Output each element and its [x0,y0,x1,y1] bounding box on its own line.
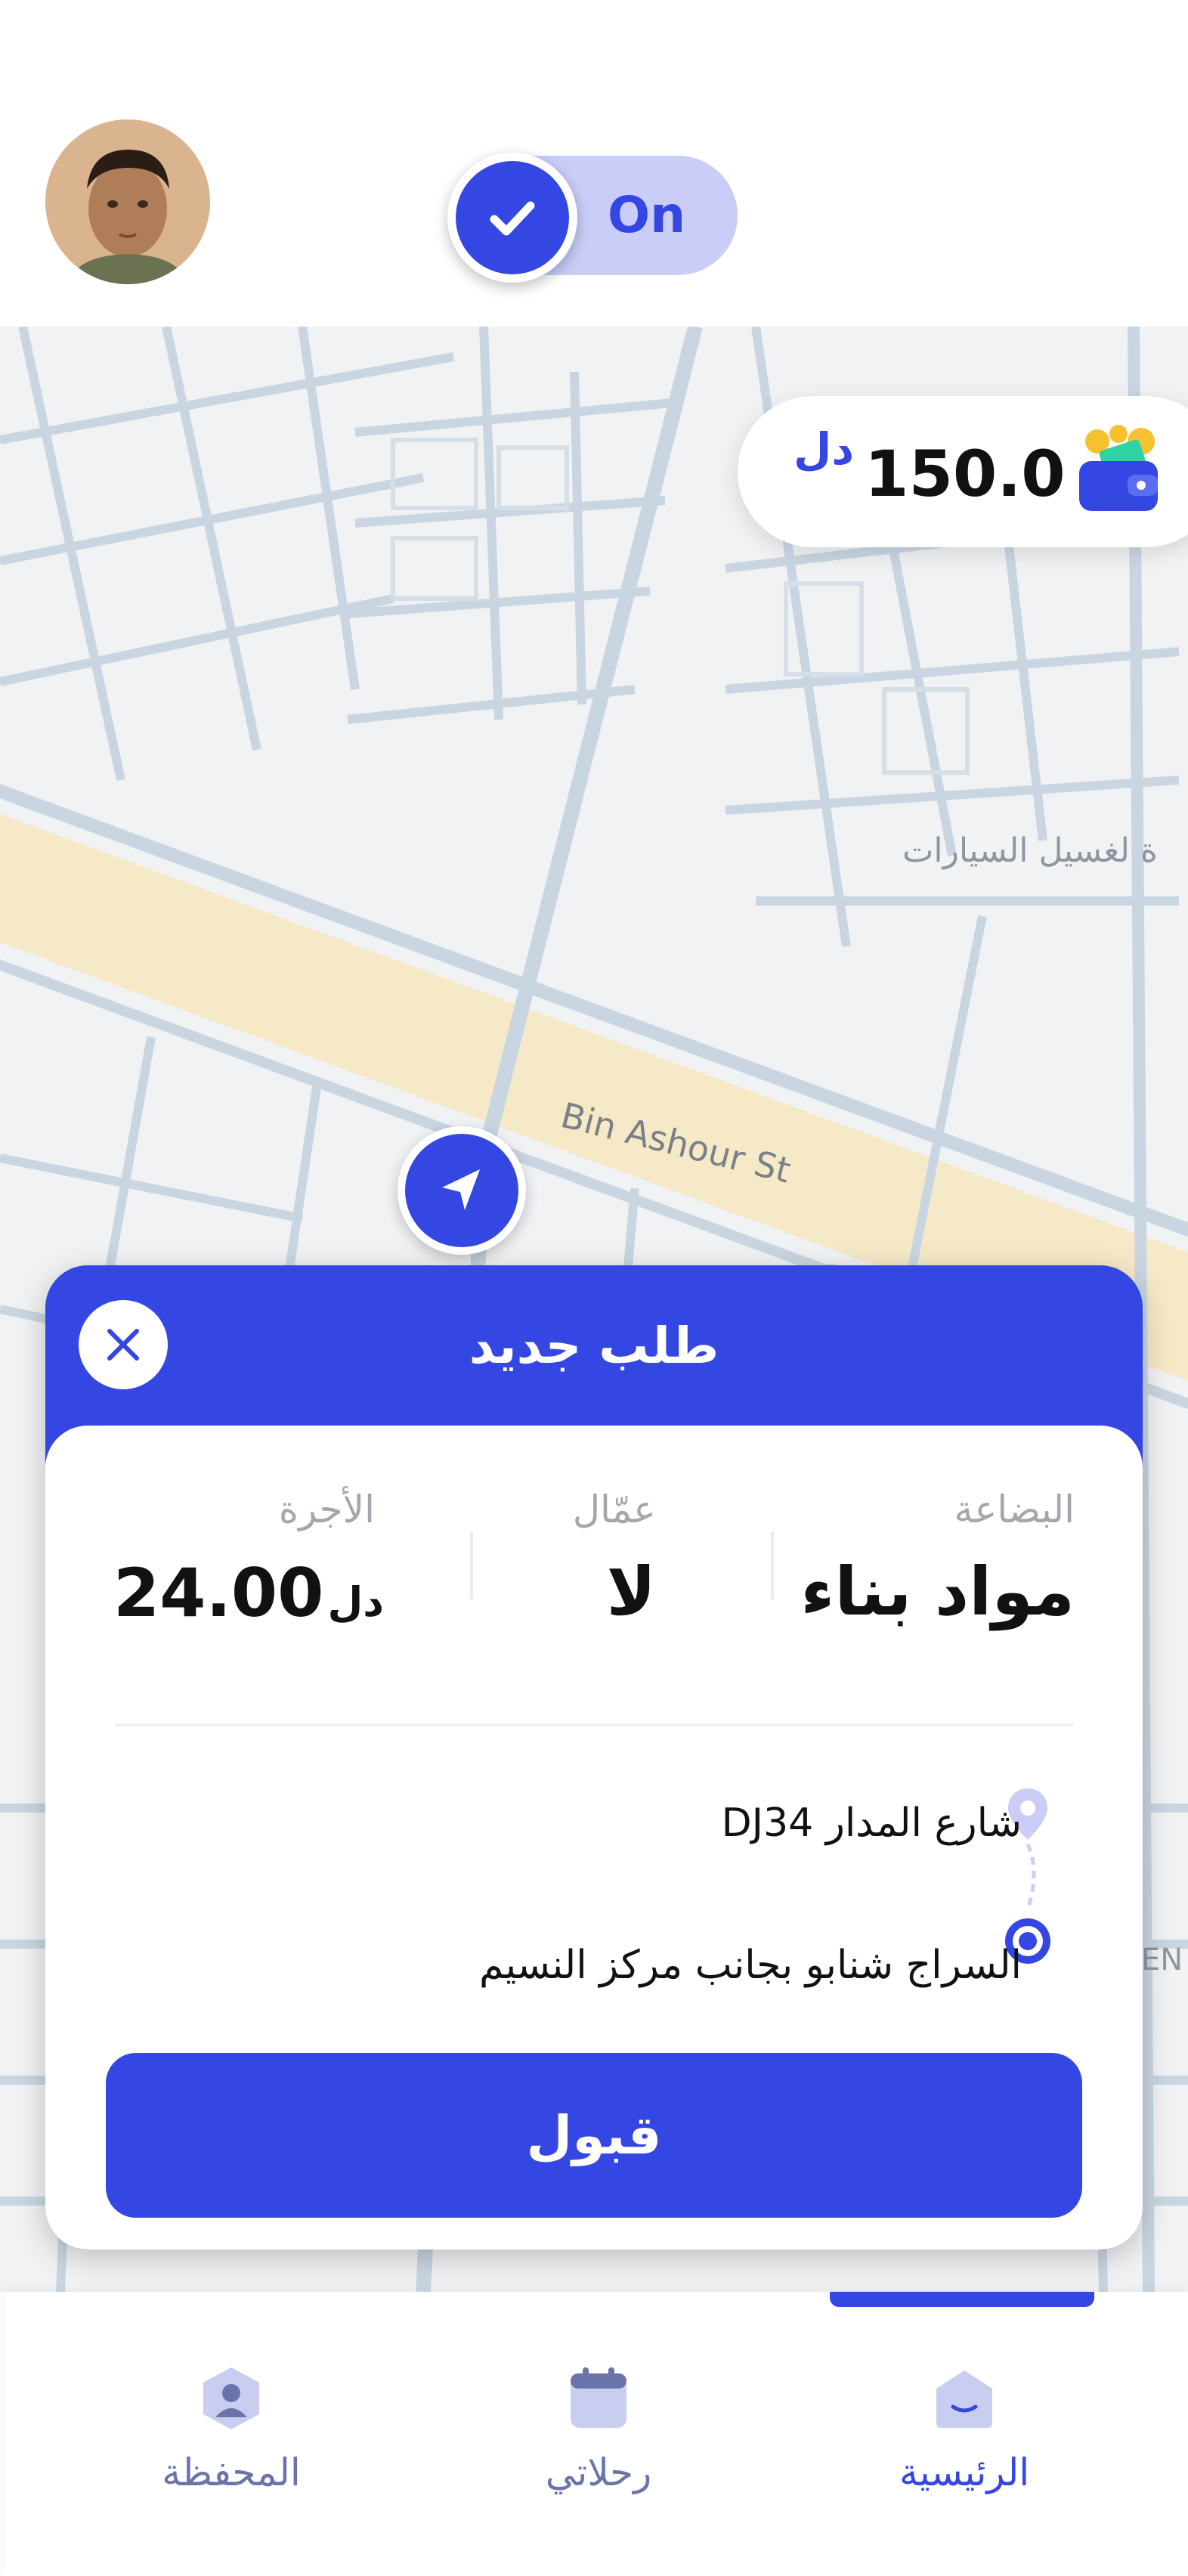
fare-label: الأجرة [278,1488,375,1531]
order-details: البضاعة مواد بناء عمّال لا الأجرة دل 24.… [45,1426,1143,2249]
wallet-icon [1072,419,1170,520]
fare-amount: 24.00 [113,1554,324,1632]
cargo-label: البضاعة [954,1488,1075,1531]
wallet-currency: دل [794,423,855,475]
bottom-navigation: الرئيسية رحلاتي المحفظة [5,2292,1188,2576]
nav-home-label: الرئيسية [899,2451,1030,2494]
workers-label: عمّال [572,1488,656,1531]
fare-value: دل 24.00 [113,1551,398,1636]
cargo-column: البضاعة مواد بناء [742,1483,1075,1634]
profile-avatar[interactable] [45,119,210,284]
active-tab-indicator [830,2292,1094,2307]
map-poi-label: ة لغسيل السيارات [902,831,1158,870]
order-title: طلب جديد [469,1317,719,1375]
accept-order-button[interactable]: قبول [106,2053,1082,2218]
column-divider [470,1531,473,1599]
pickup-address: شارع المدار DJ34 [721,1800,1022,1846]
my-location-button[interactable] [398,1126,526,1255]
toggle-label: On [608,186,686,244]
navigation-arrow-icon [442,1169,480,1210]
nav-trips-label: رحلاتي [545,2451,652,2494]
close-order-button[interactable] [79,1300,168,1389]
dropoff-address: السراج شنابو بجانب مركز النسيم [478,1943,1022,1988]
app-header: On [0,0,1188,327]
new-order-card: طلب جديد البضاعة مواد بناء عمّال لا الأج… [45,1265,1143,2249]
wallet-amount: 150.0 [865,437,1066,511]
close-icon [107,1329,139,1361]
profile-icon [203,2367,259,2429]
fare-currency: دل [327,1578,385,1626]
map-edge-label: EN [1141,1943,1183,1977]
nav-trips-tab[interactable]: رحلاتي [485,2364,712,2494]
nav-wallet-label: المحفظة [162,2451,301,2494]
cargo-value: مواد بناء [800,1553,1075,1630]
home-icon [936,2370,992,2428]
calendar-icon [571,2367,626,2428]
workers-value: لا [606,1553,656,1630]
workers-column: عمّال لا [429,1483,656,1634]
nav-home-tab[interactable]: الرئيسية [851,2364,1078,2494]
nav-wallet-tab[interactable]: المحفظة [118,2364,345,2494]
online-toggle[interactable]: On [447,153,738,283]
column-divider [771,1531,774,1599]
check-icon [490,201,535,236]
details-divider [115,1723,1073,1726]
wallet-balance-pill[interactable]: دل 150.0 [738,396,1188,547]
toggle-knob[interactable] [447,153,577,283]
